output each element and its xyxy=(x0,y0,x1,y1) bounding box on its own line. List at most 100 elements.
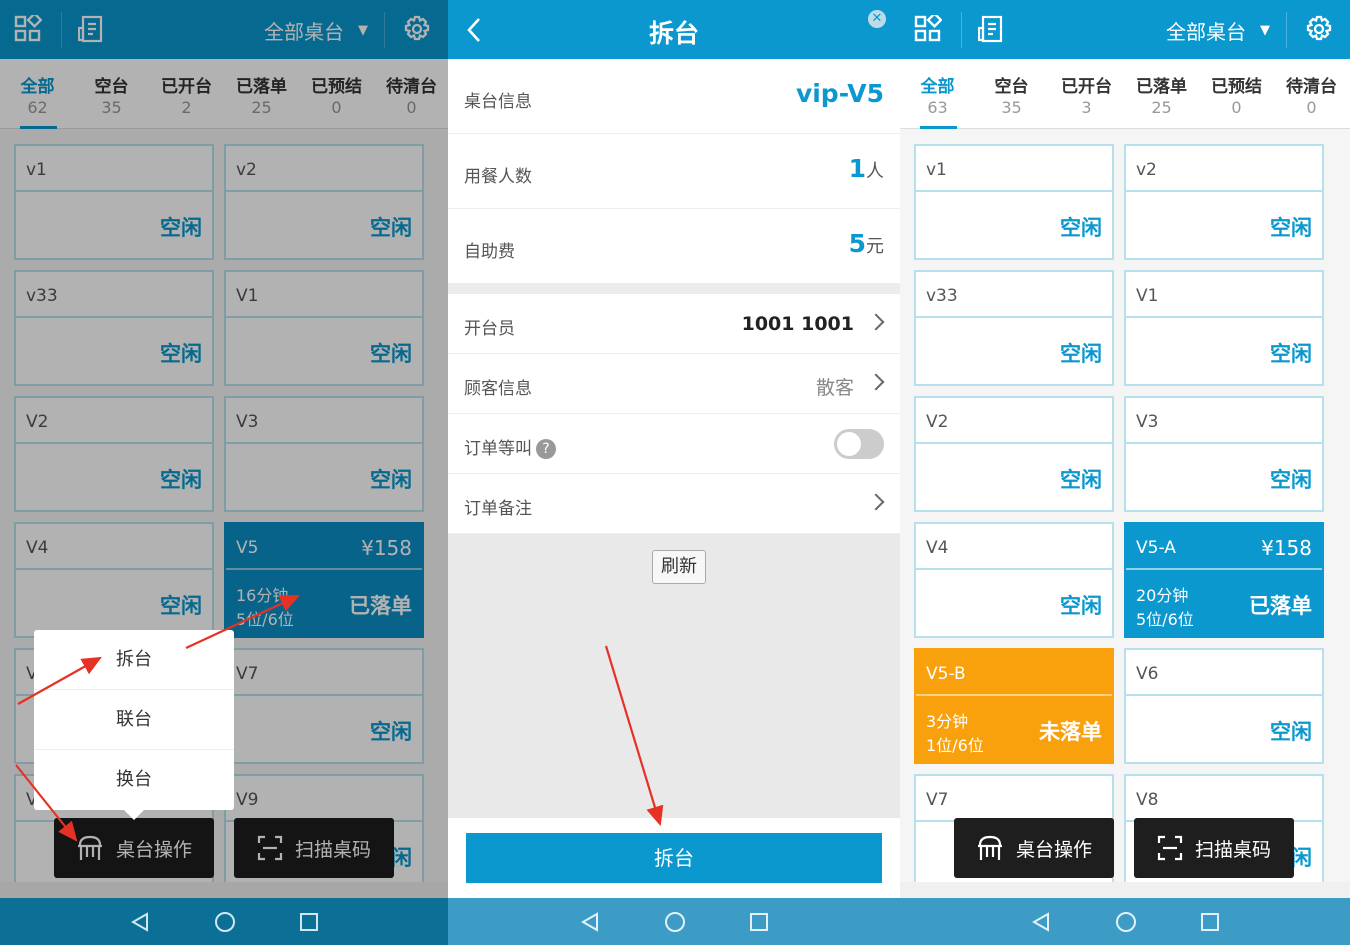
refresh-button[interactable]: 刷新 xyxy=(652,550,706,584)
menu-item-split[interactable]: 拆台 xyxy=(34,630,234,690)
tab-prebilled[interactable]: 已预结 0 xyxy=(1199,59,1274,129)
back-nav-icon[interactable] xyxy=(129,911,151,933)
table-name: V1 xyxy=(1136,286,1159,306)
table-name: V5-A xyxy=(1136,538,1176,558)
table-info-value: vip-V5 xyxy=(795,79,884,108)
opener-row[interactable]: 开台员 1001 1001 xyxy=(448,294,900,354)
table-status: 空闲 xyxy=(1270,468,1312,492)
order-wait-row: 订单等叫? xyxy=(448,414,900,474)
buffet-label: 自助费 xyxy=(464,242,515,262)
order-list-icon[interactable] xyxy=(978,15,1006,43)
tab-all[interactable]: 全部 63 xyxy=(900,59,975,129)
table-status: 空闲 xyxy=(1060,594,1102,618)
home-nav-icon[interactable] xyxy=(663,910,687,934)
table-name: v1 xyxy=(926,160,947,180)
diners-row[interactable]: 用餐人数 1人 xyxy=(448,134,900,209)
table-status: 空闲 xyxy=(1060,342,1102,366)
tab-label: 全部 xyxy=(920,77,955,97)
tab-label: 已预结 xyxy=(1211,77,1262,97)
chevron-right-icon xyxy=(867,373,885,391)
tab-ordered[interactable]: 已落单 25 xyxy=(1124,59,1199,129)
top-bar: 全部桌台 ▼ xyxy=(900,0,1350,59)
divider xyxy=(1286,12,1287,48)
customer-label: 顾客信息 xyxy=(464,379,532,399)
table-card-V5-A[interactable]: V5-A ¥158 20分钟 5位/6位 已落单 xyxy=(1124,522,1324,638)
customer-value: 散客 xyxy=(815,377,854,399)
tab-opened[interactable]: 已开台 3 xyxy=(1049,59,1124,129)
table-card-v33[interactable]: v33 空闲 xyxy=(914,270,1114,386)
back-nav-icon[interactable] xyxy=(579,911,601,933)
chevron-right-icon xyxy=(867,313,885,331)
table-card-V5-B[interactable]: V5-B 3分钟 1位/6位 未落单 xyxy=(914,648,1114,764)
system-nav-bar xyxy=(0,898,448,945)
menu-item-change[interactable]: 换台 xyxy=(34,750,234,810)
left-screen: 全部桌台 ▼ 全部 62 空台 35 已开台 2 已落单 25 已预结 0 待清台 0 v1 空… xyxy=(0,0,448,945)
back-nav-icon[interactable] xyxy=(1030,911,1052,933)
scan-code-label: 扫描桌码 xyxy=(1194,838,1271,861)
menu-item-merge[interactable]: 联台 xyxy=(34,690,234,750)
split-form: 桌台信息 vip-V5 用餐人数 1人 自助费 5元 开台员 1001 1001 顾客信… xyxy=(448,59,900,534)
tab-count: 0 xyxy=(1231,98,1242,117)
table-time-seats: 3分钟 1位/6位 xyxy=(926,710,984,758)
opener-value: 1001 1001 xyxy=(741,313,854,335)
home-nav-icon[interactable] xyxy=(213,910,237,934)
page-title: 拆台 xyxy=(648,19,699,48)
order-note-row[interactable]: 订单备注 xyxy=(448,474,900,534)
order-wait-toggle[interactable] xyxy=(834,429,884,459)
chevron-right-icon xyxy=(867,493,885,511)
table-name: V3 xyxy=(1136,412,1159,432)
table-time-seats: 20分钟 5位/6位 xyxy=(1136,584,1194,632)
tab-to-clean[interactable]: 待清台 0 xyxy=(1274,59,1349,129)
gear-icon[interactable] xyxy=(1305,15,1333,43)
table-card-V1[interactable]: V1 空闲 xyxy=(1124,270,1324,386)
table-time: 3分钟 xyxy=(926,712,969,731)
table-name: V8 xyxy=(1136,790,1159,810)
diners-value: 1人 xyxy=(848,154,884,183)
table-price: ¥158 xyxy=(1261,536,1312,560)
table-name: v33 xyxy=(926,286,958,306)
chair-icon xyxy=(977,835,1002,860)
table-name: v2 xyxy=(1136,160,1157,180)
status-tabs: 全部 63 空台 35 已开台 3 已落单 25 已预结 0 待清台 0 xyxy=(900,59,1350,129)
table-filter-dropdown[interactable]: 全部桌台 ▼ xyxy=(1166,16,1270,45)
table-status: 已落单 xyxy=(1249,594,1312,618)
system-nav-bar xyxy=(448,898,900,945)
tab-label: 待清台 xyxy=(1286,77,1337,97)
table-time: 20分钟 xyxy=(1136,586,1189,605)
scan-icon xyxy=(1157,835,1183,861)
table-status: 未落单 xyxy=(1039,720,1102,744)
recents-nav-icon[interactable] xyxy=(749,912,769,932)
table-status: 空闲 xyxy=(1270,342,1312,366)
order-note-label: 订单备注 xyxy=(464,499,532,519)
split-submit-button[interactable]: 拆台 xyxy=(466,833,882,883)
table-status: 空闲 xyxy=(1270,216,1312,240)
tab-label: 已开台 xyxy=(1061,77,1112,97)
table-ops-button[interactable]: 桌台操作 xyxy=(954,818,1114,878)
recents-nav-icon[interactable] xyxy=(299,912,319,932)
middle-screen: 拆台 ✕ 桌台信息 vip-V5 用餐人数 1人 自助费 5元 开台员 1001 100… xyxy=(448,0,900,945)
table-status: 空闲 xyxy=(1060,216,1102,240)
scan-code-button[interactable]: 扫描桌码 xyxy=(1134,818,1294,878)
table-card-v2[interactable]: v2 空闲 xyxy=(1124,144,1324,260)
table-name: V4 xyxy=(926,538,949,558)
tab-empty[interactable]: 空台 35 xyxy=(974,59,1049,129)
table-card-V6[interactable]: V6 空闲 xyxy=(1124,648,1324,764)
table-card-v1[interactable]: v1 空闲 xyxy=(914,144,1114,260)
home-nav-icon[interactable] xyxy=(1114,910,1138,934)
table-card-V3[interactable]: V3 空闲 xyxy=(1124,396,1324,512)
tab-count: 0 xyxy=(1306,98,1317,117)
header: 拆台 ✕ xyxy=(448,0,900,59)
table-ops-label: 桌台操作 xyxy=(1015,838,1092,861)
grid-apps-icon[interactable] xyxy=(914,15,942,43)
customer-row[interactable]: 顾客信息 散客 xyxy=(448,354,900,414)
buffet-fee-row: 自助费 5元 xyxy=(448,209,900,284)
table-card-V2[interactable]: V2 空闲 xyxy=(914,396,1114,512)
table-grid: v1 空闲 v2 空闲 v33 空闲 V1 空闲 V2 空闲 V3 空闲 V4 空闲 V5-A… xyxy=(900,129,1350,882)
recents-nav-icon[interactable] xyxy=(1200,912,1220,932)
close-icon[interactable]: ✕ xyxy=(868,10,886,28)
help-icon[interactable]: ? xyxy=(536,439,556,459)
table-card-V4[interactable]: V4 空闲 xyxy=(914,522,1114,638)
chevron-down-icon: ▼ xyxy=(1260,23,1270,38)
table-name: V7 xyxy=(926,790,949,810)
buffet-value: 5元 xyxy=(848,229,884,258)
